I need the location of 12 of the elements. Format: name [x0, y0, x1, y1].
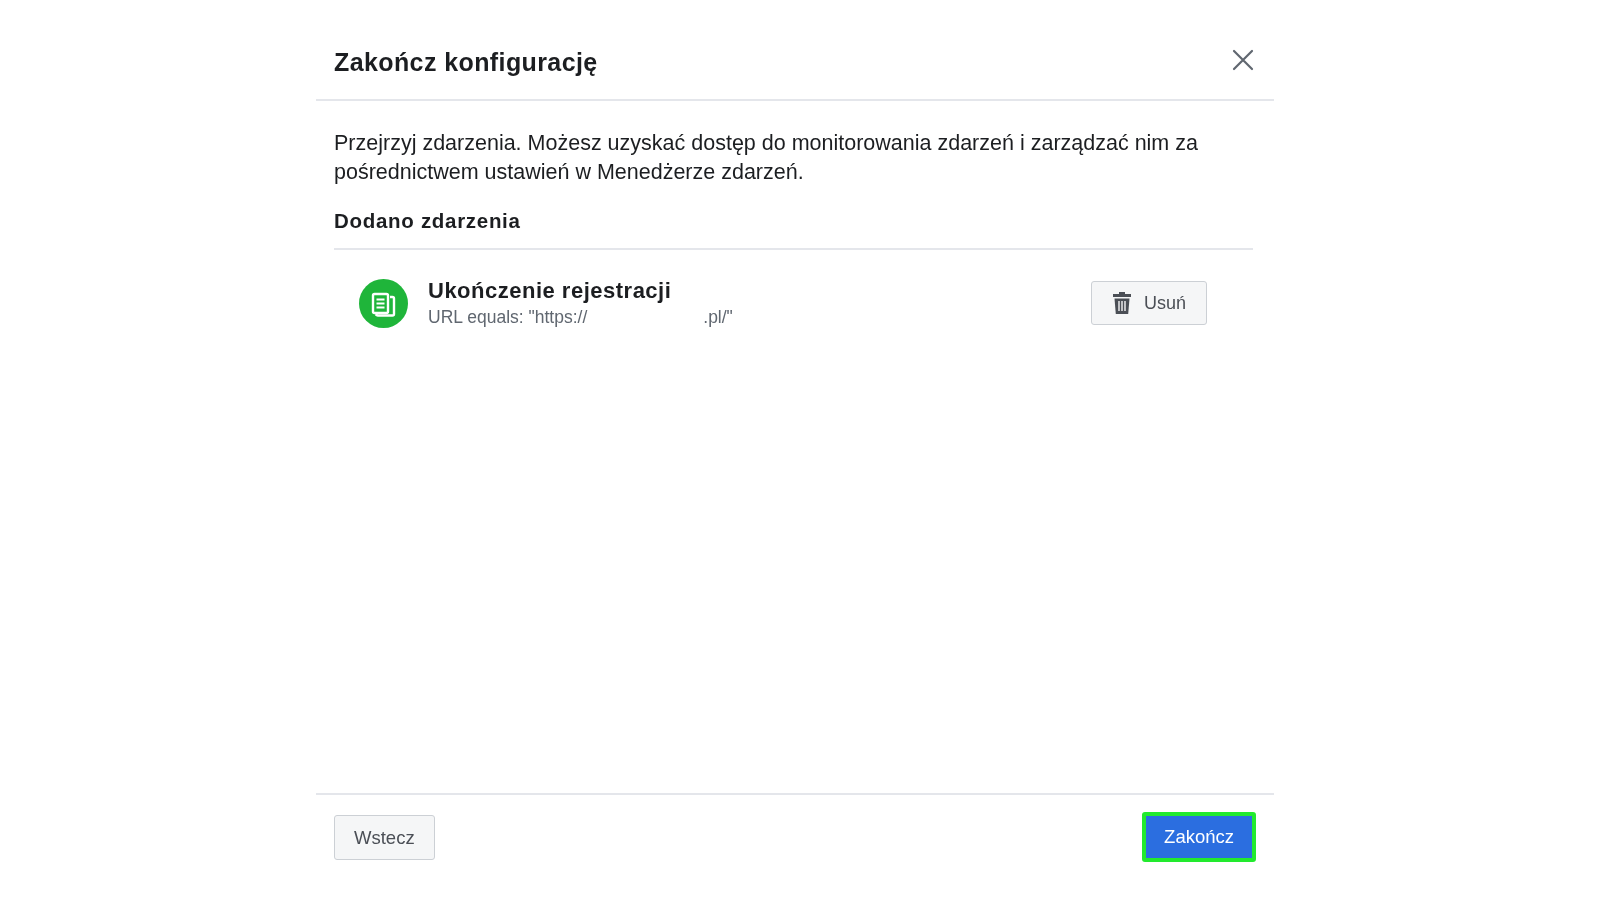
back-button[interactable]: Wstecz — [334, 815, 435, 860]
url-rule-text: URL equals: "https:// — [428, 306, 588, 329]
document-stack-icon — [359, 278, 408, 328]
finish-button[interactable]: Zakończ — [1142, 812, 1256, 862]
dialog-title: Zakończ konfigurację — [334, 47, 598, 78]
section-heading: Dodano zdarzenia — [334, 208, 521, 234]
close-icon[interactable] — [1232, 49, 1254, 71]
event-name: Ukończenie rejestracji — [428, 277, 672, 305]
remove-button[interactable]: Usuń — [1090, 281, 1207, 325]
trash-icon — [1111, 291, 1132, 315]
url-rule-text: .pl/" — [703, 306, 733, 329]
intro-text: Przejrzyj zdarzenia. Możesz uzyskać dostęp do monitorowania zdarzeń i zarządzać nim za pośrednictwem ustawień w Menedżerze zdarzeń. — [334, 130, 1199, 186]
